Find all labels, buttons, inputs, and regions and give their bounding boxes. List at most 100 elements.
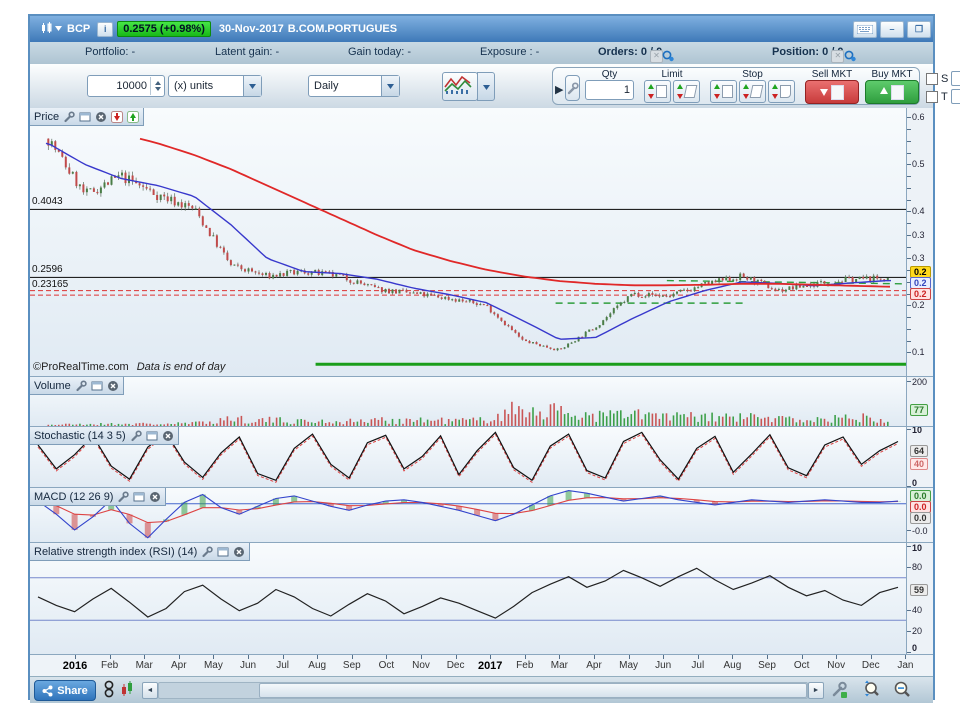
window-icon[interactable] (79, 111, 91, 123)
macd-pane[interactable]: 0.00.00.0-0.0 MACD (12 26 9) (30, 487, 933, 543)
instrument-dropdown-icon[interactable] (54, 23, 63, 35)
minimize-button[interactable]: – (880, 21, 904, 38)
stepper-arrows-icon[interactable] (150, 77, 164, 95)
wrench-icon[interactable] (63, 111, 75, 123)
time-axis-label: Feb (101, 660, 118, 671)
time-axis-tick (871, 655, 872, 659)
stop-trailing-button[interactable] (768, 80, 795, 103)
link-charts-icon[interactable] (102, 680, 120, 699)
time-axis-label: 2016 (63, 660, 87, 672)
time-axis-tick (594, 655, 595, 659)
volume-plot[interactable] (30, 377, 906, 426)
sell-market-button[interactable] (805, 80, 859, 104)
time-axis-label: Apr (171, 660, 187, 671)
orders-detail-icon[interactable] (662, 50, 674, 61)
keyboard-icon[interactable] (853, 21, 877, 38)
mini-candles-icon[interactable] (120, 680, 138, 699)
axis-label: 10 (912, 543, 922, 553)
wrench-icon[interactable] (130, 430, 142, 442)
close-icon[interactable] (162, 430, 174, 442)
title-bar[interactable]: BCP i 0.2575 (+0.98%) 30-Nov-2017 B.COM.… (30, 16, 933, 42)
stochastic-pane[interactable]: 1006440 Stochastic (14 3 5) (30, 426, 933, 488)
exposure-value: Exposure : - (480, 46, 539, 58)
axis-label: 20 (912, 626, 922, 636)
time-axis-label: Sep (343, 660, 361, 671)
axis-tick (907, 352, 911, 353)
close-icon[interactable] (107, 380, 119, 392)
collapse-panel-arrow[interactable]: ▶ (555, 83, 563, 96)
wrench-icon[interactable] (75, 380, 87, 392)
chart-type-dropdown[interactable] (477, 72, 495, 101)
stop-order-button[interactable] (710, 80, 737, 103)
chart-settings-wrench-icon[interactable] (830, 680, 848, 699)
limit-order-button[interactable] (644, 80, 671, 103)
axis-label: 0.1 (912, 347, 925, 357)
macd-axis[interactable]: 0.00.00.0-0.0 (906, 488, 933, 543)
position-detail-icon[interactable] (844, 50, 856, 61)
time-axis-label: Aug (308, 660, 326, 671)
quantity-stepper[interactable]: 10000 (87, 75, 165, 97)
pane-title: Stochastic (14 3 5) (34, 430, 126, 442)
level-label-upper: 0.4043 (32, 196, 63, 207)
s-checkbox-label: S (941, 73, 948, 85)
price-axis[interactable]: 0.60.50.40.30.30.20.10.20.20.2 (906, 108, 933, 376)
time-axis-label: Feb (516, 660, 533, 671)
maximize-button[interactable]: ❐ (907, 21, 931, 38)
axis-tick (907, 117, 911, 118)
target-level-field[interactable] (951, 89, 960, 104)
close-icon[interactable] (149, 491, 161, 503)
account-bar: Portfolio: - Latent gain: - Gain today: … (30, 42, 933, 65)
window-icon[interactable] (217, 546, 229, 558)
scrollbar-thumb[interactable] (259, 683, 807, 698)
pane-title: Relative strength index (RSI) (14) (34, 546, 197, 558)
close-icon[interactable] (95, 111, 107, 123)
axis-tick (907, 247, 911, 248)
close-icon[interactable] (233, 546, 245, 558)
zoom-out-icon[interactable] (892, 680, 910, 699)
volume-pane[interactable]: 20077 Volume (30, 376, 933, 426)
close-position-icon[interactable]: ✕ (831, 50, 844, 63)
timeframe-select[interactable]: Daily (308, 75, 400, 97)
qty-input[interactable]: 1 (585, 80, 634, 100)
rsi-axis[interactable]: 10804020059 (906, 543, 933, 655)
stop-checkbox[interactable] (926, 73, 938, 85)
rsi-pane[interactable]: 10804020059 Relative strength index (RSI… (30, 542, 933, 655)
axis-tick (907, 652, 911, 653)
window-icon[interactable] (91, 380, 103, 392)
qty-group: Qty 1 (582, 69, 637, 100)
stop-order-edit-button[interactable] (739, 80, 766, 103)
units-select[interactable]: (x) units (168, 75, 262, 97)
chevron-down-icon[interactable] (381, 76, 399, 96)
limit-order-edit-button[interactable] (673, 80, 700, 103)
stochastic-axis[interactable]: 1006440 (906, 427, 933, 488)
scroll-left-button[interactable]: ◄ (142, 682, 158, 699)
scrollbar-track[interactable] (158, 682, 808, 699)
window-icon[interactable] (146, 430, 158, 442)
window-icon[interactable] (133, 491, 145, 503)
quick-buy-icon[interactable] (127, 111, 139, 123)
wrench-icon[interactable] (117, 491, 129, 503)
info-icon[interactable]: i (97, 22, 113, 37)
chart-type-button[interactable] (442, 72, 478, 101)
time-axis[interactable]: 2016FebMarAprMayJunJulAugSepOctNovDec201… (30, 654, 933, 677)
cancel-orders-icon[interactable]: ✕ (650, 50, 663, 63)
scroll-right-button[interactable]: ► (808, 682, 824, 699)
zoom-range-icon[interactable] (862, 680, 880, 699)
order-settings-button[interactable] (565, 75, 580, 101)
share-button[interactable]: Share (34, 680, 96, 701)
time-axis-tick (110, 655, 111, 659)
wrench-icon[interactable] (201, 546, 213, 558)
stop-level-field[interactable] (951, 71, 960, 86)
position-label: Position: 0 ✕ / 0 (772, 46, 844, 58)
price-pane[interactable]: 0.4043 0.2596 0.23165 ©ProRealTime.comDa… (30, 108, 933, 376)
axis-badge: 0.2 (910, 288, 931, 300)
price-plot[interactable]: 0.4043 0.2596 0.23165 ©ProRealTime.comDa… (30, 108, 906, 376)
target-checkbox[interactable] (926, 91, 938, 103)
quick-sell-icon[interactable] (111, 111, 123, 123)
time-axis-label: Nov (412, 660, 430, 671)
axis-tick (907, 546, 911, 547)
buy-market-button[interactable] (865, 80, 919, 104)
volume-axis[interactable]: 20077 (906, 377, 933, 426)
order-panel: ▶ Qty 1 Limit Stop (552, 67, 920, 105)
chevron-down-icon[interactable] (243, 76, 261, 96)
